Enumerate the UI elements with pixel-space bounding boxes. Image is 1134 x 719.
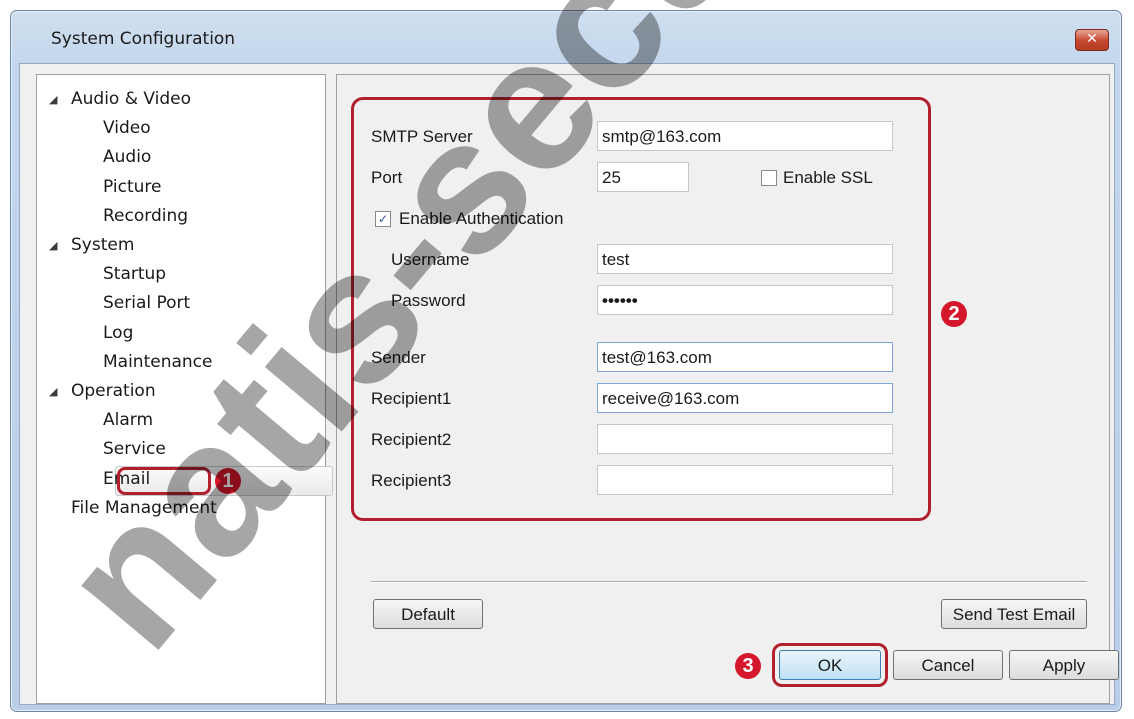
username-input[interactable]: test: [597, 244, 893, 274]
default-button[interactable]: Default: [373, 599, 483, 629]
callout-badge-3: 3: [735, 653, 761, 679]
recipient2-input[interactable]: [597, 424, 893, 454]
tree-item-maintenance[interactable]: Maintenance: [103, 352, 212, 372]
port-label: Port: [371, 168, 403, 187]
enable-authentication-checkbox[interactable]: ✓: [375, 211, 391, 227]
tree-item-audio-video[interactable]: Audio & Video: [71, 89, 191, 109]
recipient2-label: Recipient2: [371, 430, 452, 449]
panel-separator: [371, 581, 1087, 582]
expand-arrow-icon[interactable]: ◢: [49, 385, 57, 398]
callout-badge-1: 1: [215, 468, 241, 494]
tree-item-operation[interactable]: Operation: [71, 381, 156, 401]
tree-item-audio[interactable]: Audio: [103, 147, 151, 167]
recipient1-input[interactable]: receive@163.com: [597, 383, 893, 413]
enable-authentication-label[interactable]: Enable Authentication: [399, 209, 563, 229]
email-settings-panel: SMTP Server smtp@163.com Port 25 Enable …: [336, 74, 1119, 704]
tree-item-picture[interactable]: Picture: [103, 177, 161, 197]
tree-item-video[interactable]: Video: [103, 118, 151, 138]
dialog-client-area: ◢ Audio & Video Video Audio Picture Reco…: [19, 63, 1119, 705]
password-input[interactable]: ••••••: [597, 285, 893, 315]
email-highlight-callout: [117, 467, 211, 495]
smtp-server-label: SMTP Server: [371, 127, 473, 146]
expand-arrow-icon[interactable]: ◢: [49, 239, 57, 252]
cancel-button[interactable]: Cancel: [893, 650, 1003, 680]
window-title: System Configuration: [51, 29, 236, 49]
system-configuration-window: System Configuration ✕ ◢ Audio & Video V…: [10, 10, 1122, 712]
username-label: Username: [391, 250, 470, 269]
tree-item-alarm[interactable]: Alarm: [103, 410, 153, 430]
recipient3-input[interactable]: [597, 465, 893, 495]
send-test-email-button[interactable]: Send Test Email: [941, 599, 1087, 629]
enable-ssl-checkbox[interactable]: [761, 170, 777, 186]
title-bar: System Configuration ✕: [11, 11, 1121, 61]
tree-item-system[interactable]: System: [71, 235, 134, 255]
smtp-server-input[interactable]: smtp@163.com: [597, 121, 893, 151]
tree-item-file-management[interactable]: File Management: [71, 498, 217, 518]
expand-arrow-icon[interactable]: ◢: [49, 93, 57, 106]
sender-input[interactable]: test@163.com: [597, 342, 893, 372]
tree-item-startup[interactable]: Startup: [103, 264, 166, 284]
tree-item-log[interactable]: Log: [103, 323, 133, 343]
tree-item-service[interactable]: Service: [103, 439, 166, 459]
recipient3-label: Recipient3: [371, 471, 452, 490]
config-navigation-tree: ◢ Audio & Video Video Audio Picture Reco…: [36, 74, 333, 704]
tree-item-serial-port[interactable]: Serial Port: [103, 293, 190, 313]
password-label: Password: [391, 291, 466, 310]
apply-button[interactable]: Apply: [1009, 650, 1119, 680]
ok-button[interactable]: OK: [779, 650, 881, 680]
callout-badge-2: 2: [941, 301, 967, 327]
close-button[interactable]: ✕: [1075, 29, 1109, 51]
sender-label: Sender: [371, 348, 426, 367]
enable-ssl-label[interactable]: Enable SSL: [783, 168, 873, 188]
tree-item-recording[interactable]: Recording: [103, 206, 188, 226]
recipient1-label: Recipient1: [371, 389, 452, 408]
port-input[interactable]: 25: [597, 162, 689, 192]
